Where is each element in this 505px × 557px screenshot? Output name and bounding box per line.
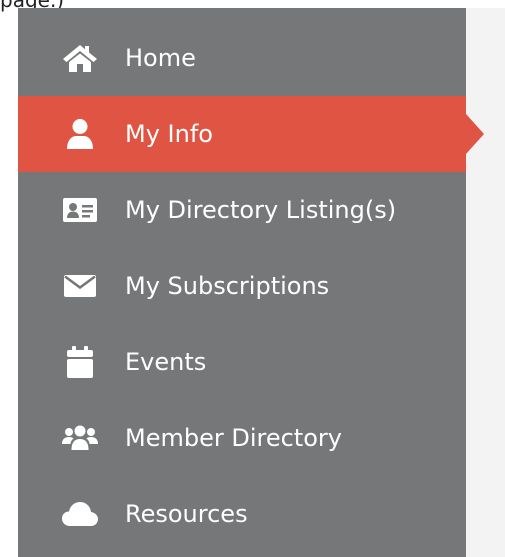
- users-icon: [61, 419, 99, 457]
- sidebar-item-my-directory-listings[interactable]: My Directory Listing(s): [18, 172, 466, 248]
- sidebar-item-label: My Directory Listing(s): [125, 196, 397, 224]
- sidebar-item-label: My Subscriptions: [125, 272, 330, 300]
- user-icon: [61, 115, 99, 153]
- id-card-icon: [61, 191, 99, 229]
- sidebar-item-label: Events: [125, 348, 207, 376]
- cloud-icon: [61, 495, 99, 533]
- sidebar-item-label: Home: [125, 44, 196, 72]
- sidebar-item-label: Member Directory: [125, 424, 342, 452]
- sidebar-item-label: My Info: [125, 120, 213, 148]
- calendar-icon: [61, 343, 99, 381]
- sidebar-item-events[interactable]: Events: [18, 324, 466, 400]
- sidebar-item-my-info[interactable]: My Info: [18, 96, 484, 172]
- sidebar-item-home[interactable]: Home: [18, 20, 466, 96]
- sidebar-item-member-directory[interactable]: Member Directory: [18, 400, 466, 476]
- home-icon: [61, 39, 99, 77]
- sidebar-item-resources[interactable]: Resources: [18, 476, 466, 552]
- sidebar-item-my-subscriptions[interactable]: My Subscriptions: [18, 248, 466, 324]
- sidebar-item-label: Resources: [125, 500, 248, 528]
- envelope-icon: [61, 267, 99, 305]
- content-area: [466, 8, 505, 557]
- sidebar-nav: Home My Info My Directory Listing(s) My …: [18, 8, 484, 557]
